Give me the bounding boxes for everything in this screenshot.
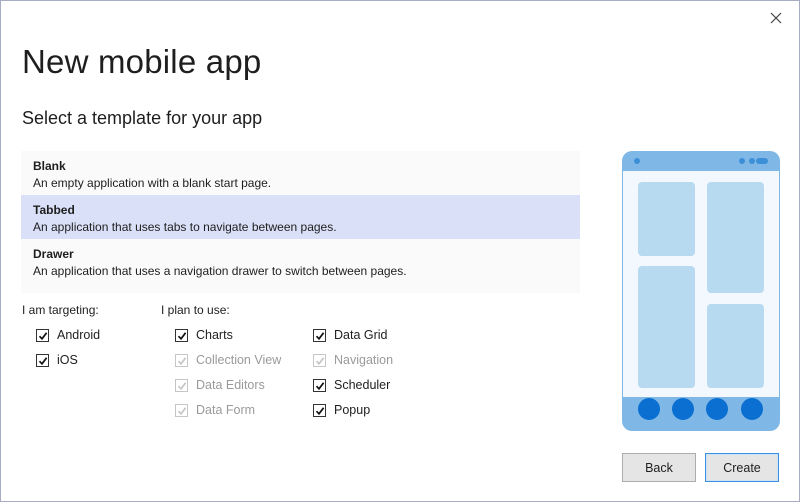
checkbox-data-grid[interactable]: Data Grid (313, 327, 388, 343)
tab-dot (672, 398, 694, 420)
checkmark-icon (177, 331, 187, 340)
checkbox-data-form: Data Form (175, 402, 255, 418)
template-item-tabbed[interactable]: Tabbed An application that uses tabs to … (21, 195, 580, 239)
close-icon (770, 12, 782, 24)
template-item-blank[interactable]: Blank An empty application with a blank … (21, 151, 580, 195)
template-name: Drawer (33, 247, 74, 261)
tabbed-phone-preview (622, 151, 780, 431)
checkmark-icon (38, 356, 48, 365)
checkbox-label: Charts (196, 328, 233, 342)
checkmark-icon (177, 356, 187, 365)
new-mobile-app-dialog: New mobile app Select a template for you… (0, 0, 800, 502)
tab-dot (706, 398, 728, 420)
checkbox-label: Popup (334, 403, 371, 417)
checkbox-label: Navigation (334, 353, 394, 367)
status-dot (739, 158, 745, 164)
checkbox-box (36, 353, 49, 367)
tile (638, 266, 695, 388)
template-list: Blank An empty application with a blank … (21, 151, 580, 293)
template-description: An application that uses tabs to navigat… (33, 220, 337, 234)
checkbox-data-editors: Data Editors (175, 377, 265, 393)
targeting-label: I am targeting: (22, 303, 99, 317)
template-name: Tabbed (33, 203, 75, 217)
checkbox-popup[interactable]: Popup (313, 402, 370, 418)
checkbox-charts[interactable]: Charts (175, 327, 233, 343)
template-name: Blank (33, 159, 66, 173)
tile (707, 182, 764, 293)
checkbox-box (313, 353, 326, 367)
dialog-title: New mobile app (22, 43, 262, 80)
checkbox-label: Data Form (196, 403, 256, 417)
create-button[interactable]: Create (705, 453, 779, 482)
close-button[interactable] (765, 7, 787, 29)
checkbox-box (175, 403, 188, 417)
template-description: An empty application with a blank start … (33, 176, 272, 190)
battery-indicator (756, 158, 768, 164)
checkmark-icon (315, 406, 325, 415)
template-description: An application that uses a navigation dr… (33, 264, 407, 278)
camera-dot (634, 158, 640, 164)
checkmark-icon (315, 356, 325, 365)
checkbox-label: Android (57, 328, 101, 342)
status-dot (749, 158, 755, 164)
checkmark-icon (315, 381, 325, 390)
checkbox-box (36, 328, 49, 342)
template-item-drawer[interactable]: Drawer An application that uses a naviga… (21, 239, 580, 283)
checkbox-label: Data Grid (334, 328, 388, 342)
checkbox-label: Scheduler (334, 378, 391, 392)
back-button[interactable]: Back (622, 453, 696, 482)
checkmark-icon (38, 331, 48, 340)
checkmark-icon (315, 331, 325, 340)
tab-dot (638, 398, 660, 420)
checkbox-ios[interactable]: iOS (36, 352, 78, 368)
checkbox-label: Collection View (196, 353, 282, 367)
checkbox-box (175, 353, 188, 367)
dialog-subtitle: Select a template for your app (22, 108, 263, 128)
plan-label: I plan to use: (161, 303, 230, 317)
checkbox-box (175, 328, 188, 342)
checkbox-scheduler[interactable]: Scheduler (313, 377, 390, 393)
checkbox-box (175, 378, 188, 392)
checkmark-icon (177, 381, 187, 390)
checkbox-android[interactable]: Android (36, 327, 100, 343)
checkbox-navigation: Navigation (313, 352, 393, 368)
tile (707, 304, 764, 388)
checkbox-box (313, 328, 326, 342)
checkbox-box (313, 378, 326, 392)
tile (638, 182, 695, 256)
checkbox-collection-view: Collection View (175, 352, 281, 368)
checkbox-label: Data Editors (196, 378, 265, 392)
checkmark-icon (177, 406, 187, 415)
tab-dot (741, 398, 763, 420)
checkbox-box (313, 403, 326, 417)
checkbox-label: iOS (57, 353, 78, 367)
